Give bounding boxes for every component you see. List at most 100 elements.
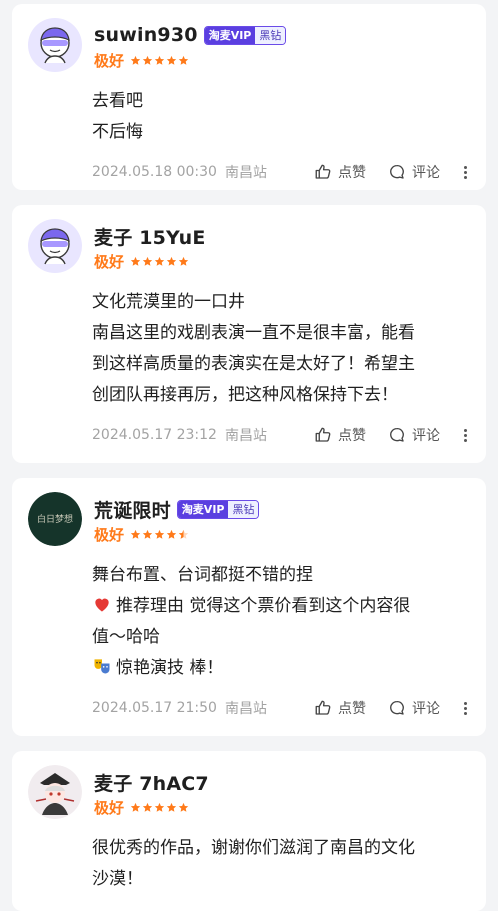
review-line: 不后悔: [92, 122, 143, 142]
review-line: 到这样高质量的表演实在是太好了！希望主: [92, 354, 415, 374]
rating-text: 极好: [94, 799, 125, 817]
red-heart-icon: [95, 598, 109, 612]
review-card: 麦子 15YuE 极好 文化荒漠里的一口井 南昌这里的戏剧表演一直不是很丰富，能…: [12, 205, 486, 463]
location: 南昌站: [224, 428, 267, 444]
timestamp: 2024.05.18 00:30: [92, 164, 217, 180]
review-card: 白日梦想 荒诞限时 淘麦VIP 黑钻 极好 舞台布置、台词都挺不错的捏 推荐理由…: [12, 478, 486, 736]
like-button[interactable]: 点赞: [314, 425, 366, 445]
comment-bubble-icon: [388, 426, 406, 444]
avatar[interactable]: 白日梦想: [28, 492, 82, 546]
star-half-icon: [178, 529, 189, 540]
review-line: 推荐理由 觉得这个票价看到这个内容很: [116, 596, 411, 616]
star-rating: [130, 529, 190, 540]
star-icon: [166, 55, 177, 66]
more-vertical-icon[interactable]: [460, 701, 470, 716]
review-line: 值～哈哈: [92, 627, 160, 647]
review-footer: 2024.05.17 21:50 南昌站 点赞 评论: [92, 684, 470, 732]
vip-tier: 黑钻: [255, 26, 286, 44]
review-line: 沙漠！: [92, 869, 143, 889]
star-icon: [166, 802, 177, 813]
review-line: 惊艳演技 棒！: [116, 658, 224, 678]
more-vertical-icon[interactable]: [460, 428, 470, 443]
comment-label: 评论: [412, 428, 440, 444]
comment-label: 评论: [412, 701, 440, 717]
rating-text: 极好: [94, 526, 125, 544]
rating-text: 极好: [94, 52, 125, 70]
review-text: 去看吧 不后悔: [92, 86, 470, 148]
timestamp: 2024.05.17 21:50: [92, 700, 217, 716]
star-icon: [154, 256, 165, 267]
star-icon: [130, 55, 141, 66]
thumbs-up-icon: [314, 163, 332, 181]
review-card: 麦子 7hAC7 极好 很优秀的作品，谢谢你们滋润了南昌的文化 沙漠！: [12, 751, 486, 911]
avatar[interactable]: [28, 219, 82, 273]
thumbs-up-icon: [314, 699, 332, 717]
review-line: 南昌这里的戏剧表演一直不是很丰富，能看: [92, 323, 415, 343]
review-feed: suwin930 淘麦VIP 黑钻 极好 去看吧 不后悔 2024.05.18 …: [0, 0, 498, 911]
avatar[interactable]: [28, 765, 82, 819]
star-icon: [130, 256, 141, 267]
timestamp: 2024.05.17 23:12: [92, 427, 217, 443]
comment-button[interactable]: 评论: [388, 698, 440, 718]
like-button[interactable]: 点赞: [314, 162, 366, 182]
comment-label: 评论: [412, 165, 440, 181]
review-line-with-emoji: 惊艳演技 棒！: [92, 653, 470, 684]
anime-avatar: [28, 765, 82, 819]
dark-green-avatar: 白日梦想: [28, 492, 82, 546]
star-icon: [142, 256, 153, 267]
username[interactable]: suwin930: [94, 24, 198, 46]
comment-bubble-icon: [388, 699, 406, 717]
like-label: 点赞: [338, 701, 366, 717]
star-icon: [166, 256, 177, 267]
username[interactable]: 麦子 15YuE: [94, 223, 206, 250]
review-text: 舞台布置、台词都挺不错的捏 推荐理由 觉得这个票价看到这个内容很 值～哈哈 惊艳…: [92, 560, 470, 684]
vip-label: 淘麦VIP: [177, 500, 229, 518]
review-line: 文化荒漠里的一口井: [92, 292, 245, 312]
theater-masks-icon: [94, 659, 110, 674]
like-label: 点赞: [338, 428, 366, 444]
avatar[interactable]: [28, 18, 82, 72]
star-rating: [130, 256, 190, 267]
vip-badge: 淘麦VIP 黑钻: [176, 499, 260, 519]
default-avatar-icon: [28, 18, 82, 72]
avatar-caption: 白日梦想: [37, 513, 73, 525]
star-icon: [142, 55, 153, 66]
like-button[interactable]: 点赞: [314, 698, 366, 718]
star-icon: [154, 529, 165, 540]
comment-button[interactable]: 评论: [388, 425, 440, 445]
vip-label: 淘麦VIP: [204, 26, 256, 44]
more-vertical-icon[interactable]: [460, 165, 470, 180]
review-line: 舞台布置、台词都挺不错的捏: [92, 565, 313, 585]
review-text: 很优秀的作品，谢谢你们滋润了南昌的文化 沙漠！: [92, 833, 470, 895]
default-avatar-icon: [28, 219, 82, 273]
vip-tier: 黑钻: [228, 500, 259, 518]
username[interactable]: 麦子 7hAC7: [94, 769, 209, 796]
star-icon: [142, 802, 153, 813]
comment-button[interactable]: 评论: [388, 162, 440, 182]
star-icon: [142, 529, 153, 540]
review-line: 创团队再接再厉，把这种风格保持下去！: [92, 385, 398, 405]
comment-bubble-icon: [388, 163, 406, 181]
star-icon: [130, 802, 141, 813]
username[interactable]: 荒诞限时: [94, 496, 171, 523]
star-icon: [154, 55, 165, 66]
review-text: 文化荒漠里的一口井 南昌这里的戏剧表演一直不是很丰富，能看 到这样高质量的表演实…: [92, 287, 470, 411]
star-rating: [130, 802, 190, 813]
star-icon: [154, 802, 165, 813]
review-line: 去看吧: [92, 91, 143, 111]
thumbs-up-icon: [314, 426, 332, 444]
rating-text: 极好: [94, 253, 125, 271]
star-rating: [130, 55, 190, 66]
vip-badge: 淘麦VIP 黑钻: [203, 25, 287, 45]
location: 南昌站: [224, 165, 267, 181]
review-card: suwin930 淘麦VIP 黑钻 极好 去看吧 不后悔 2024.05.18 …: [12, 4, 486, 190]
review-footer: 2024.05.18 00:30 南昌站 点赞 评论: [92, 148, 470, 196]
star-icon: [130, 529, 141, 540]
review-line: 很优秀的作品，谢谢你们滋润了南昌的文化: [92, 838, 415, 858]
location: 南昌站: [224, 701, 267, 717]
star-icon: [166, 529, 177, 540]
star-icon: [178, 802, 189, 813]
review-footer: 2024.05.17 23:12 南昌站 点赞 评论: [92, 411, 470, 459]
star-icon: [178, 256, 189, 267]
like-label: 点赞: [338, 165, 366, 181]
